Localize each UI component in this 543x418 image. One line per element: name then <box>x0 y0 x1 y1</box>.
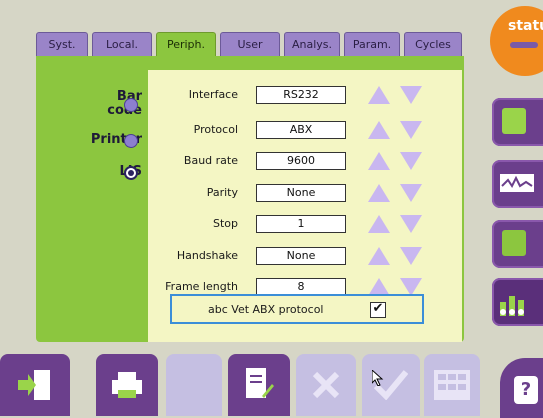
parity-down-arrow-icon[interactable] <box>400 184 422 202</box>
vet-abx-protocol-checkbox[interactable]: ✔ <box>370 302 386 318</box>
vet-abx-protocol-option[interactable]: abc Vet ABX protocol ✔ <box>170 294 424 324</box>
exit-button[interactable] <box>0 354 70 416</box>
side-button-waveform[interactable] <box>492 160 543 208</box>
device-barcode[interactable]: Bar code <box>52 90 142 118</box>
protocol-label: Protocol <box>193 123 238 136</box>
frame-length-label: Frame length <box>165 280 238 293</box>
protocol-down-arrow-icon[interactable] <box>400 121 422 139</box>
baud-rate-down-arrow-icon[interactable] <box>400 152 422 170</box>
stop-field[interactable]: 1 <box>256 215 346 233</box>
side-button-document[interactable] <box>492 220 543 268</box>
baud-rate-label: Baud rate <box>183 154 238 167</box>
tab-peripherals[interactable]: Periph. <box>156 32 216 59</box>
parity-label: Parity <box>206 186 238 199</box>
close-icon <box>311 370 341 400</box>
handshake-up-arrow-icon[interactable] <box>368 247 390 265</box>
parity-field[interactable]: None <box>256 184 346 202</box>
device-printer[interactable]: Printer <box>52 132 142 148</box>
stop-down-arrow-icon[interactable] <box>400 215 422 233</box>
vet-abx-protocol-label: abc Vet ABX protocol <box>208 303 324 316</box>
protocol-up-arrow-icon[interactable] <box>368 121 390 139</box>
help-button[interactable]: ? <box>500 358 543 418</box>
interface-up-arrow-icon[interactable] <box>368 86 390 104</box>
help-icon: ? <box>514 376 538 404</box>
waveform-icon <box>500 174 534 192</box>
status-indicator <box>510 42 538 48</box>
document-icon <box>502 230 526 256</box>
blank-button <box>166 354 222 416</box>
parity-up-arrow-icon[interactable] <box>368 184 390 202</box>
settings-sliders-icon <box>500 288 532 316</box>
cursor-icon <box>371 368 384 390</box>
handshake-down-arrow-icon[interactable] <box>400 247 422 265</box>
side-button-map[interactable] <box>492 98 543 146</box>
exit-icon <box>18 370 52 400</box>
baud-rate-field[interactable]: 9600 <box>256 152 346 170</box>
print-button[interactable] <box>96 354 158 416</box>
tab-bar: Syst. Local. Periph. User Analys. Param.… <box>36 32 464 59</box>
edit-button[interactable] <box>228 354 290 416</box>
side-button-settings[interactable] <box>492 278 543 326</box>
tab-analysis[interactable]: Analys. <box>284 32 340 56</box>
status-label: statu <box>508 18 543 34</box>
tab-local[interactable]: Local. <box>92 32 152 56</box>
lis-radio[interactable] <box>124 166 138 180</box>
map-icon <box>502 108 526 134</box>
interface-down-arrow-icon[interactable] <box>400 86 422 104</box>
tab-cycles[interactable]: Cycles <box>404 32 462 56</box>
interface-label: Interface <box>188 88 238 101</box>
stop-up-arrow-icon[interactable] <box>368 215 390 233</box>
protocol-field[interactable]: ABX <box>256 121 346 139</box>
interface-field[interactable]: RS232 <box>256 86 346 104</box>
barcode-radio[interactable] <box>124 98 138 112</box>
tab-system[interactable]: Syst. <box>36 32 88 56</box>
stop-label: Stop <box>212 217 238 230</box>
device-lis[interactable]: LIS <box>52 164 142 180</box>
tab-parameters[interactable]: Param. <box>344 32 400 56</box>
status-badge[interactable]: statu <box>490 6 543 76</box>
printer-radio[interactable] <box>124 134 138 148</box>
handshake-label: Handshake <box>176 249 238 262</box>
keypad-icon <box>434 370 470 400</box>
printer-icon <box>110 370 144 400</box>
edit-document-icon <box>244 366 274 404</box>
baud-rate-up-arrow-icon[interactable] <box>368 152 390 170</box>
validate-button <box>362 354 420 416</box>
handshake-field[interactable]: None <box>256 247 346 265</box>
cancel-button <box>296 354 356 416</box>
tab-user[interactable]: User <box>220 32 280 56</box>
keypad-button <box>424 354 480 416</box>
